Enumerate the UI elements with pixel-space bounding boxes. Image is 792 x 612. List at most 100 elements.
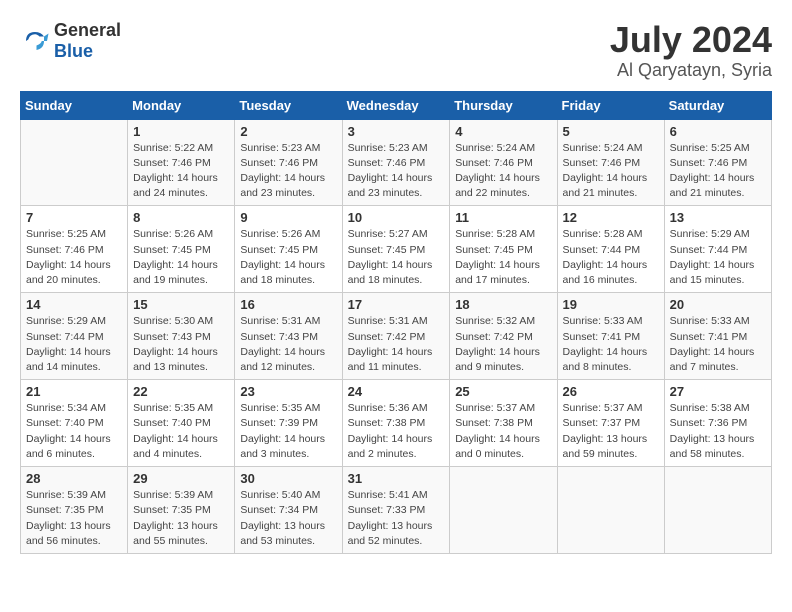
calendar-table: SundayMondayTuesdayWednesdayThursdayFrid… [20,91,772,554]
day-number: 17 [348,297,445,312]
day-number: 27 [670,384,766,399]
day-number: 15 [133,297,229,312]
day-number: 30 [240,471,336,486]
calendar-cell: 22Sunrise: 5:35 AMSunset: 7:40 PMDayligh… [128,380,235,467]
day-number: 19 [563,297,659,312]
day-info: Sunrise: 5:27 AMSunset: 7:45 PMDaylight:… [348,227,445,288]
calendar-cell: 6Sunrise: 5:25 AMSunset: 7:46 PMDaylight… [664,119,771,206]
calendar-cell: 13 Sunrise: 5:29 AMSunset: 7:44 PMDayligh… [664,206,771,293]
calendar-cell: 26Sunrise: 5:37 AMSunset: 7:37 PMDayligh… [557,380,664,467]
day-number: 31 [348,471,445,486]
calendar-cell: 15Sunrise: 5:30 AMSunset: 7:43 PMDayligh… [128,293,235,380]
weekday-header: Wednesday [342,91,450,119]
weekday-header: Tuesday [235,91,342,119]
day-info: Sunrise: 5:29 AMSunset: 7:44 PMDaylight:… [670,227,766,288]
calendar-cell [664,467,771,554]
calendar-cell: 3Sunrise: 5:23 AMSunset: 7:46 PMDaylight… [342,119,450,206]
day-number: 23 [240,384,336,399]
calendar-week-row: 28 Sunrise: 5:39 AMSunset: 7:35 PMDayligh… [21,467,772,554]
day-info: Sunrise: 5:26 AMSunset: 7:45 PMDaylight:… [133,227,229,288]
day-info: Sunrise: 5:28 AMSunset: 7:44 PMDaylight:… [563,227,659,288]
page-header: General Blue July 2024 Al Qaryatayn, Syr… [20,20,772,81]
day-number: 10 [348,210,445,225]
day-number: 3 [348,124,445,139]
calendar-cell: 9Sunrise: 5:26 AMSunset: 7:45 PMDaylight… [235,206,342,293]
page-title: July 2024 [610,20,772,60]
day-number: 29 [133,471,229,486]
logo-blue: Blue [54,41,93,61]
calendar-cell: 12Sunrise: 5:28 AMSunset: 7:44 PMDayligh… [557,206,664,293]
weekday-header: Thursday [450,91,557,119]
day-info: Sunrise: 5:26 AMSunset: 7:45 PMDaylight:… [240,227,336,288]
calendar-cell: 5 Sunrise: 5:24 AMSunset: 7:46 PMDaylight… [557,119,664,206]
day-info: Sunrise: 5:35 AMSunset: 7:40 PMDaylight:… [133,401,229,462]
calendar-cell: 21 Sunrise: 5:34 AMSunset: 7:40 PMDayligh… [21,380,128,467]
day-info: Sunrise: 5:39 AMSunset: 7:35 PMDaylight:… [133,488,229,549]
day-info: Sunrise: 5:24 AMSunset: 7:46 PMDaylight:… [455,141,551,202]
calendar-cell [450,467,557,554]
day-number: 1 [133,124,229,139]
day-number: 14 [26,297,122,312]
calendar-cell: 24Sunrise: 5:36 AMSunset: 7:38 PMDayligh… [342,380,450,467]
day-info: Sunrise: 5:25 AMSunset: 7:46 PMDaylight:… [26,227,122,288]
logo: General Blue [20,20,121,62]
logo-text: General Blue [54,20,121,62]
day-number: 13 [670,210,766,225]
day-info: Sunrise: 5:23 AMSunset: 7:46 PMDaylight:… [240,141,336,202]
calendar-week-row: 21 Sunrise: 5:34 AMSunset: 7:40 PMDayligh… [21,380,772,467]
day-number: 24 [348,384,445,399]
day-info: Sunrise: 5:39 AMSunset: 7:35 PMDaylight:… [26,488,122,549]
calendar-cell: 18Sunrise: 5:32 AMSunset: 7:42 PMDayligh… [450,293,557,380]
day-number: 8 [133,210,229,225]
day-info: Sunrise: 5:24 AMSunset: 7:46 PMDaylight:… [563,141,659,202]
day-info: Sunrise: 5:41 AMSunset: 7:33 PMDaylight:… [348,488,445,549]
day-info: Sunrise: 5:37 AMSunset: 7:37 PMDaylight:… [563,401,659,462]
calendar-cell: 16 Sunrise: 5:31 AMSunset: 7:43 PMDayligh… [235,293,342,380]
calendar-cell: 11 Sunrise: 5:28 AMSunset: 7:45 PMDayligh… [450,206,557,293]
day-number: 16 [240,297,336,312]
calendar-cell: 30 Sunrise: 5:40 AMSunset: 7:34 PMDayligh… [235,467,342,554]
day-number: 5 [563,124,659,139]
calendar-cell: 31 Sunrise: 5:41 AMSunset: 7:33 PMDayligh… [342,467,450,554]
calendar-cell: 8 Sunrise: 5:26 AMSunset: 7:45 PMDaylight… [128,206,235,293]
logo-icon [20,26,50,56]
calendar-cell: 4Sunrise: 5:24 AMSunset: 7:46 PMDaylight… [450,119,557,206]
calendar-cell: 20 Sunrise: 5:33 AMSunset: 7:41 PMDayligh… [664,293,771,380]
day-info: Sunrise: 5:32 AMSunset: 7:42 PMDaylight:… [455,314,551,375]
calendar-cell: 1 Sunrise: 5:22 AMSunset: 7:46 PMDaylight… [128,119,235,206]
weekday-header: Saturday [664,91,771,119]
day-number: 25 [455,384,551,399]
day-number: 21 [26,384,122,399]
calendar-cell: 14 Sunrise: 5:29 AMSunset: 7:44 PMDayligh… [21,293,128,380]
day-info: Sunrise: 5:28 AMSunset: 7:45 PMDaylight:… [455,227,551,288]
day-info: Sunrise: 5:34 AMSunset: 7:40 PMDaylight:… [26,401,122,462]
day-info: Sunrise: 5:38 AMSunset: 7:36 PMDaylight:… [670,401,766,462]
day-number: 28 [26,471,122,486]
title-block: July 2024 Al Qaryatayn, Syria [610,20,772,81]
calendar-cell: 23Sunrise: 5:35 AMSunset: 7:39 PMDayligh… [235,380,342,467]
day-number: 11 [455,210,551,225]
calendar-cell: 19 Sunrise: 5:33 AMSunset: 7:41 PMDayligh… [557,293,664,380]
weekday-header: Monday [128,91,235,119]
day-info: Sunrise: 5:29 AMSunset: 7:44 PMDaylight:… [26,314,122,375]
calendar-week-row: 14 Sunrise: 5:29 AMSunset: 7:44 PMDayligh… [21,293,772,380]
day-number: 2 [240,124,336,139]
day-number: 6 [670,124,766,139]
calendar-week-row: 1 Sunrise: 5:22 AMSunset: 7:46 PMDaylight… [21,119,772,206]
calendar-cell: 2 Sunrise: 5:23 AMSunset: 7:46 PMDaylight… [235,119,342,206]
calendar-cell: 7Sunrise: 5:25 AMSunset: 7:46 PMDaylight… [21,206,128,293]
day-info: Sunrise: 5:33 AMSunset: 7:41 PMDaylight:… [670,314,766,375]
day-info: Sunrise: 5:37 AMSunset: 7:38 PMDaylight:… [455,401,551,462]
calendar-cell: 17Sunrise: 5:31 AMSunset: 7:42 PMDayligh… [342,293,450,380]
weekday-header-row: SundayMondayTuesdayWednesdayThursdayFrid… [21,91,772,119]
day-number: 20 [670,297,766,312]
calendar-cell [21,119,128,206]
day-info: Sunrise: 5:31 AMSunset: 7:43 PMDaylight:… [240,314,336,375]
day-info: Sunrise: 5:22 AMSunset: 7:46 PMDaylight:… [133,141,229,202]
calendar-cell: 27 Sunrise: 5:38 AMSunset: 7:36 PMDayligh… [664,380,771,467]
calendar-cell: 28 Sunrise: 5:39 AMSunset: 7:35 PMDayligh… [21,467,128,554]
logo-general: General [54,20,121,40]
day-info: Sunrise: 5:33 AMSunset: 7:41 PMDaylight:… [563,314,659,375]
calendar-cell: 29 Sunrise: 5:39 AMSunset: 7:35 PMDayligh… [128,467,235,554]
day-info: Sunrise: 5:40 AMSunset: 7:34 PMDaylight:… [240,488,336,549]
